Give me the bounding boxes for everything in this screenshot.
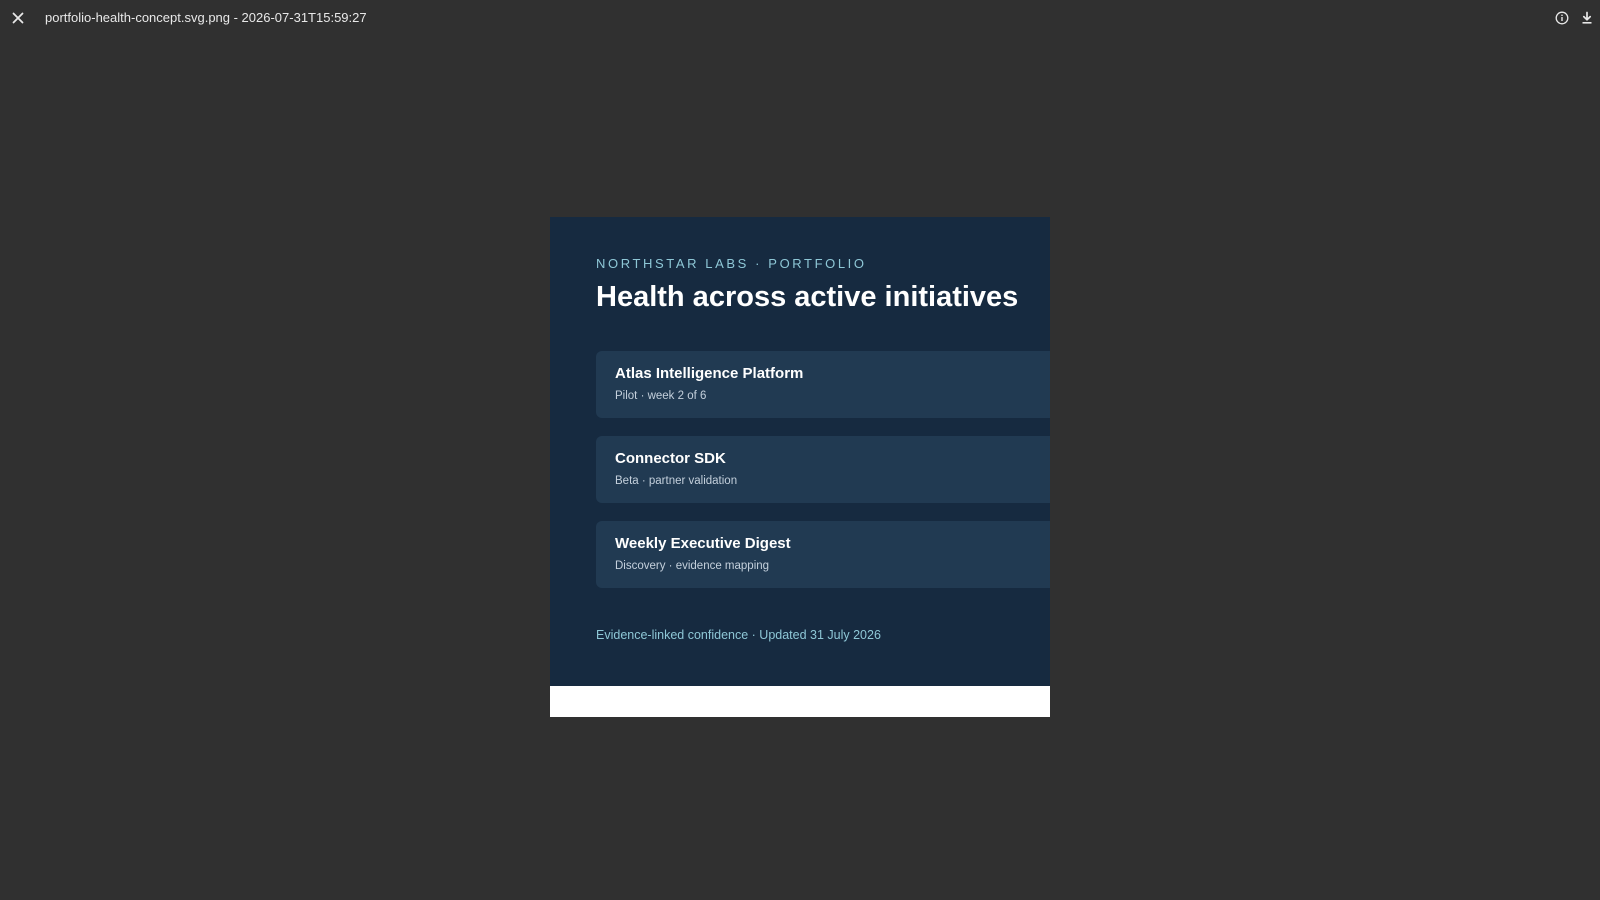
download-button[interactable] [1578, 9, 1596, 27]
initiative-title: Atlas Intelligence Platform [615, 365, 804, 382]
initiative-card-weekly-digest: Weekly Executive Digest Discovery · evid… [596, 521, 1050, 588]
info-button[interactable] [1553, 9, 1571, 27]
poster-eyebrow: NORTHSTAR LABS · PORTFOLIO [596, 256, 867, 271]
poster-footer: Evidence-linked confidence · Updated 31 … [596, 628, 881, 642]
initiative-status: Beta · partner validation [615, 475, 738, 487]
file-title: portfolio-health-concept.svg.png - 2026-… [45, 10, 367, 25]
initiative-status: Pilot · week 2 of 6 [615, 390, 707, 402]
image-preview: NORTHSTAR LABS · PORTFOLIO Health across… [550, 217, 1050, 717]
initiative-card-atlas: Atlas Intelligence Platform Pilot · week… [596, 351, 1050, 418]
initiative-card-connector-sdk: Connector SDK Beta · partner validation [596, 436, 1050, 503]
poster-headline: Health across active initiatives [596, 281, 1019, 313]
download-icon [1582, 11, 1592, 24]
close-icon [12, 12, 24, 24]
initiative-title: Connector SDK [615, 450, 726, 467]
info-icon [1555, 11, 1569, 25]
close-button[interactable] [8, 8, 28, 28]
initiative-title: Weekly Executive Digest [615, 535, 791, 552]
initiative-status: Discovery · evidence mapping [615, 560, 770, 572]
viewer-toolbar: portfolio-health-concept.svg.png - 2026-… [0, 0, 1600, 36]
portfolio-poster: NORTHSTAR LABS · PORTFOLIO Health across… [550, 217, 1050, 686]
